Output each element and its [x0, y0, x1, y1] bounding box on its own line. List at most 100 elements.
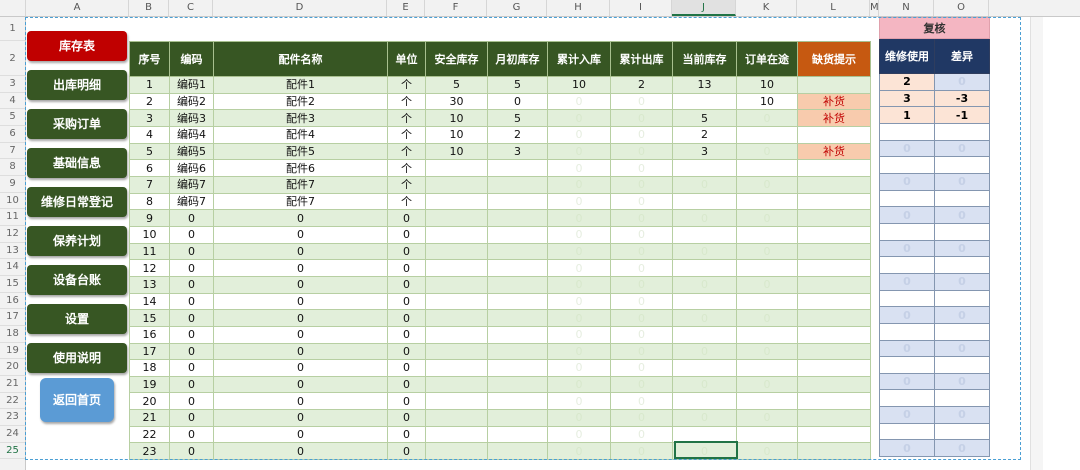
table-cell[interactable]: 10: [425, 142, 488, 161]
table-cell[interactable]: 编码3: [169, 109, 214, 127]
review-cell[interactable]: 0: [934, 239, 990, 258]
review-cell[interactable]: 0: [879, 372, 935, 391]
nav-button-5[interactable]: 维修日常登记: [27, 187, 127, 217]
table-cell[interactable]: [736, 359, 798, 377]
table-cell[interactable]: 编码7: [169, 192, 214, 211]
table-cell[interactable]: 0: [547, 125, 611, 144]
table-cell[interactable]: 0: [610, 375, 673, 394]
review-cell[interactable]: 0: [934, 406, 990, 424]
table-cell[interactable]: 9: [129, 209, 170, 227]
table-cell[interactable]: 0: [169, 309, 214, 327]
review-cell[interactable]: [934, 422, 990, 441]
table-cell[interactable]: 0: [547, 342, 611, 361]
table-cell[interactable]: [487, 209, 548, 227]
selected-cell[interactable]: [674, 441, 738, 459]
table-cell[interactable]: 0: [736, 175, 798, 194]
table-cell[interactable]: [425, 375, 488, 394]
table-cell[interactable]: 0: [610, 209, 673, 227]
table-cell[interactable]: [797, 442, 871, 461]
table-cell[interactable]: 0: [610, 109, 673, 127]
table-cell[interactable]: 0: [736, 109, 798, 127]
table-cell[interactable]: [797, 192, 871, 211]
row-header-19[interactable]: 19: [0, 343, 25, 360]
table-cell[interactable]: 3: [129, 109, 170, 127]
review-cell[interactable]: 0: [879, 239, 935, 258]
column-header-I[interactable]: I: [610, 0, 672, 16]
table-cell[interactable]: [797, 225, 871, 244]
table-cell[interactable]: 2: [487, 125, 548, 144]
table-cell[interactable]: 0: [610, 175, 673, 194]
table-cell[interactable]: 0: [736, 442, 798, 461]
column-header-F[interactable]: F: [425, 0, 487, 16]
review-cell[interactable]: 0: [934, 272, 990, 291]
table-cell[interactable]: [736, 225, 798, 244]
table-cell[interactable]: 0: [610, 259, 673, 277]
row-header-1[interactable]: 1: [0, 17, 25, 41]
table-cell[interactable]: [487, 192, 548, 211]
review-cell[interactable]: [934, 389, 990, 408]
column-header-N[interactable]: N: [879, 0, 934, 16]
table-cell[interactable]: [736, 325, 798, 344]
table-cell[interactable]: 0: [672, 375, 737, 394]
vertical-scrollbar[interactable]: [1030, 17, 1043, 470]
review-cell[interactable]: [934, 356, 990, 374]
table-cell[interactable]: 2: [129, 92, 170, 111]
row-header-8[interactable]: 8: [0, 159, 25, 176]
table-cell[interactable]: 0: [213, 275, 388, 294]
table-cell[interactable]: 0: [547, 325, 611, 344]
table-cell[interactable]: 配件1: [213, 76, 388, 94]
row-header-22[interactable]: 22: [0, 393, 25, 410]
table-cell[interactable]: 个: [387, 175, 426, 194]
review-cell[interactable]: [879, 256, 935, 274]
table-cell[interactable]: [797, 309, 871, 327]
review-cell[interactable]: -1: [934, 106, 990, 124]
row-header-7[interactable]: 7: [0, 143, 25, 160]
table-cell[interactable]: [672, 359, 737, 377]
column-header-O[interactable]: O: [934, 0, 989, 16]
table-cell[interactable]: [797, 375, 871, 394]
row-header-3[interactable]: 3: [0, 76, 25, 93]
table-cell[interactable]: 0: [387, 409, 426, 427]
row-header-4[interactable]: 4: [0, 93, 25, 110]
table-cell[interactable]: 0: [169, 409, 214, 427]
table-cell[interactable]: 5: [487, 109, 548, 127]
column-header-M[interactable]: M: [870, 0, 879, 16]
table-cell[interactable]: 编码5: [169, 142, 214, 161]
table-cell[interactable]: 0: [213, 425, 388, 444]
table-cell[interactable]: 0: [387, 292, 426, 311]
table-cell[interactable]: 编码6: [169, 159, 214, 177]
table-cell[interactable]: 0: [213, 375, 388, 394]
table-cell[interactable]: 0: [387, 392, 426, 411]
table-cell[interactable]: 0: [487, 92, 548, 111]
table-cell[interactable]: [797, 125, 871, 144]
table-cell[interactable]: 7: [129, 175, 170, 194]
review-cell[interactable]: 0: [879, 306, 935, 324]
table-cell[interactable]: [797, 392, 871, 411]
table-cell[interactable]: 0: [672, 175, 737, 194]
review-cell[interactable]: [879, 322, 935, 341]
table-cell[interactable]: 19: [129, 375, 170, 394]
table-cell[interactable]: 0: [169, 259, 214, 277]
review-cell[interactable]: [879, 122, 935, 141]
table-cell[interactable]: 13: [672, 76, 737, 94]
table-cell[interactable]: [672, 292, 737, 311]
table-cell[interactable]: 0: [169, 209, 214, 227]
table-cell[interactable]: 5: [129, 142, 170, 161]
review-cell[interactable]: 0: [934, 172, 990, 191]
column-header-C[interactable]: C: [169, 0, 213, 16]
table-cell[interactable]: 0: [736, 142, 798, 161]
table-cell[interactable]: 0: [610, 275, 673, 294]
table-cell[interactable]: 0: [736, 209, 798, 227]
table-cell[interactable]: [797, 242, 871, 261]
table-cell[interactable]: 0: [169, 342, 214, 361]
table-cell[interactable]: 0: [547, 92, 611, 111]
table-cell[interactable]: [672, 159, 737, 177]
table-cell[interactable]: [487, 292, 548, 311]
table-cell[interactable]: 0: [213, 209, 388, 227]
table-cell[interactable]: [425, 175, 488, 194]
table-cell[interactable]: 0: [547, 409, 611, 427]
table-cell[interactable]: 补货: [797, 142, 871, 161]
table-cell[interactable]: 0: [547, 359, 611, 377]
table-cell[interactable]: 0: [387, 309, 426, 327]
row-header-14[interactable]: 14: [0, 259, 25, 277]
